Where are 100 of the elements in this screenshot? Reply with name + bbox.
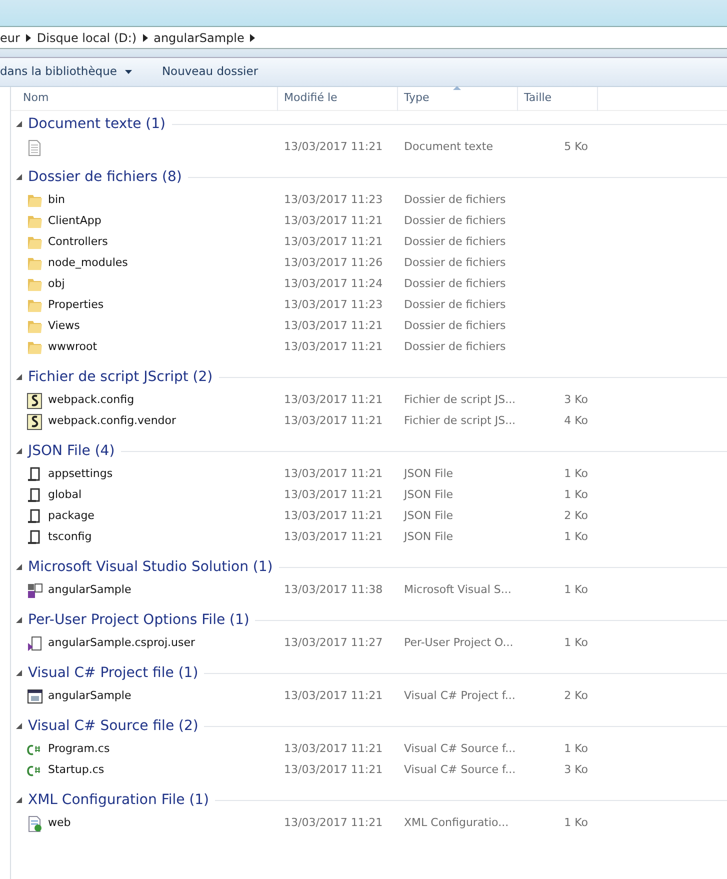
- chevron-icon: [142, 34, 148, 42]
- file-name[interactable]: Views: [48, 318, 80, 335]
- toolbar-button[interactable]: dans la bibliothèque: [0, 63, 132, 81]
- chevron-icon: [250, 34, 256, 42]
- file-name[interactable]: ClientApp: [48, 213, 102, 230]
- script-file-icon: [27, 414, 43, 430]
- modified-date: 13/03/2017 11:21: [284, 763, 383, 776]
- modified-date: 13/03/2017 11:26: [284, 256, 383, 270]
- file-name[interactable]: angularSample: [48, 582, 132, 599]
- file-type: JSON File: [404, 530, 454, 544]
- json-file-icon: [27, 488, 43, 504]
- file-type: Microsoft Visual S...: [404, 583, 512, 596]
- file-type: Dossier de fichiers: [404, 214, 506, 228]
- script-file-icon: [27, 392, 43, 408]
- modified-date: 13/03/2017 11:21: [284, 488, 383, 502]
- file-name[interactable]: bin: [48, 192, 66, 209]
- modified-date: 13/03/2017 11:21: [284, 816, 383, 830]
- json-file-icon: [27, 466, 43, 482]
- file-name[interactable]: Startup.cs: [48, 762, 104, 779]
- file-name[interactable]: Properties: [48, 297, 104, 314]
- file-name[interactable]: Controllers: [48, 234, 108, 251]
- group-header[interactable]: Visual C# Project file (1): [11, 660, 727, 686]
- modified-date: 13/03/2017 11:21: [284, 742, 383, 756]
- file-size: 2 Ko: [564, 509, 588, 522]
- file-type: Visual C# Source f...: [404, 763, 516, 776]
- file-size: 4 Ko: [564, 414, 588, 428]
- modified-date: 13/03/2017 11:21: [284, 140, 383, 154]
- folder-icon: [27, 340, 43, 356]
- folder-icon: [27, 192, 43, 208]
- file-type: Dossier de fichiers: [404, 193, 506, 206]
- group-header[interactable]: Visual C# Source file (2): [11, 713, 727, 739]
- file-name[interactable]: web: [48, 815, 71, 832]
- group-header[interactable]: Fichier de script JScript (2): [11, 364, 727, 390]
- file-name[interactable]: tsconfig: [48, 529, 92, 546]
- modified-date: 13/03/2017 11:21: [284, 319, 383, 332]
- file-name[interactable]: webpack.config.vendor: [48, 413, 176, 430]
- file-size: 3 Ko: [564, 393, 588, 406]
- group-header[interactable]: JSON File (4): [11, 438, 727, 464]
- project-user-file-icon: [27, 636, 43, 652]
- modified-date: 13/03/2017 11:21: [284, 214, 383, 228]
- file-size: 1 Ko: [564, 636, 588, 650]
- breadcrumb-item[interactable]: Disque local (D:): [36, 28, 137, 46]
- modified-date: 13/03/2017 11:21: [284, 235, 383, 248]
- modified-date: 13/03/2017 11:27: [284, 636, 383, 650]
- column-header[interactable]: Modifié le: [278, 86, 398, 110]
- file-size: 1 Ko: [564, 488, 588, 502]
- file-name[interactable]: node_modules: [48, 255, 128, 272]
- modified-date: 13/03/2017 11:21: [284, 509, 383, 522]
- folder-icon: [27, 318, 43, 334]
- file-size: 2 Ko: [564, 689, 588, 702]
- breadcrumb-item[interactable]: angularSample: [154, 28, 244, 46]
- file-size: 3 Ko: [564, 763, 588, 776]
- file-size: 1 Ko: [564, 583, 588, 596]
- folder-icon: [27, 214, 43, 230]
- file-type: Per-User Project O...: [404, 636, 514, 650]
- breadcrumb-item[interactable]: eur: [0, 28, 20, 46]
- file-name[interactable]: Program.cs: [48, 741, 110, 758]
- file-type: Dossier de fichiers: [404, 256, 506, 270]
- json-file-icon: [27, 530, 43, 546]
- column-header[interactable]: Type: [398, 86, 518, 110]
- group-header[interactable]: Microsoft Visual Studio Solution (1): [11, 554, 727, 580]
- file-size: 1 Ko: [564, 816, 588, 830]
- file-type: JSON File: [404, 467, 454, 480]
- document-icon: [27, 140, 43, 156]
- file-size: 1 Ko: [564, 530, 588, 544]
- group-header[interactable]: XML Configuration File (1): [11, 787, 727, 813]
- file-name[interactable]: wwwroot: [48, 339, 98, 356]
- modified-date: 13/03/2017 11:21: [284, 467, 383, 480]
- file-name[interactable]: angularSample.csproj.user: [48, 635, 196, 652]
- file-name[interactable]: angularSample: [48, 688, 132, 705]
- file-type: Document texte: [404, 140, 493, 154]
- column-header[interactable]: Nom: [11, 86, 278, 110]
- group-header[interactable]: Per-User Project Options File (1): [11, 607, 727, 633]
- file-name[interactable]: appsettings: [48, 466, 113, 483]
- file-type: Fichier de script JS...: [404, 393, 516, 406]
- folder-icon: [27, 298, 43, 314]
- modified-date: 13/03/2017 11:21: [284, 393, 383, 406]
- file-type: Visual C# Source f...: [404, 742, 516, 756]
- modified-date: 13/03/2017 11:23: [284, 298, 383, 312]
- file-type: Dossier de fichiers: [404, 235, 506, 248]
- json-file-icon: [27, 508, 43, 524]
- modified-date: 13/03/2017 11:23: [284, 193, 383, 206]
- modified-date: 13/03/2017 11:21: [284, 340, 383, 354]
- file-name[interactable]: webpack.config: [48, 392, 134, 409]
- group-header[interactable]: Document texte (1): [11, 111, 727, 137]
- toolbar-button[interactable]: Nouveau dossier: [162, 63, 258, 81]
- file-name[interactable]: obj: [48, 276, 65, 293]
- file-name[interactable]: global: [48, 487, 82, 504]
- file-type: Dossier de fichiers: [404, 319, 506, 332]
- file-type: JSON File: [404, 509, 454, 522]
- file-name[interactable]: package: [48, 508, 94, 525]
- modified-date: 13/03/2017 11:24: [284, 277, 383, 290]
- modified-date: 13/03/2017 11:21: [284, 530, 383, 544]
- file-type: Fichier de script JS...: [404, 414, 516, 428]
- file-type: Dossier de fichiers: [404, 298, 506, 312]
- folder-icon: [27, 276, 43, 292]
- column-header[interactable]: Taille: [518, 86, 598, 110]
- chevron-icon: [26, 34, 31, 42]
- folder-icon: [27, 256, 43, 272]
- group-header[interactable]: Dossier de fichiers (8): [11, 164, 727, 190]
